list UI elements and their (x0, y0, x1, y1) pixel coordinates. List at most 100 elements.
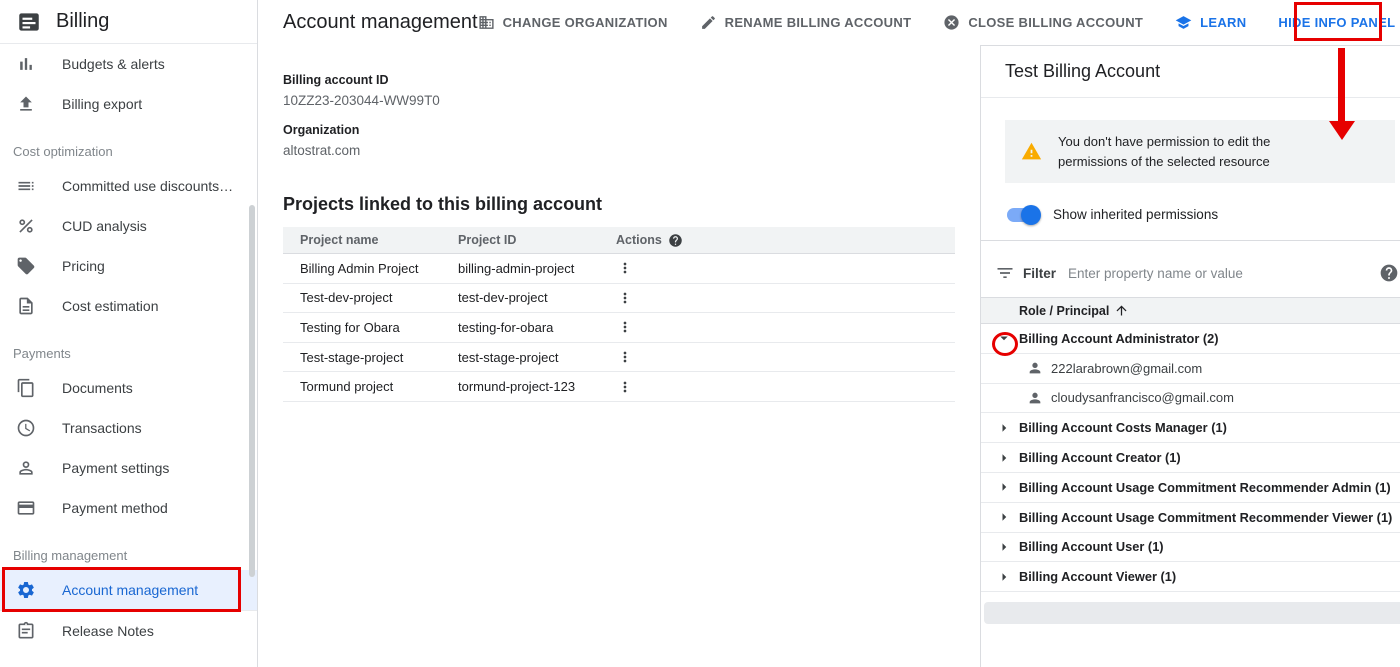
sidebar-scrollbar[interactable] (249, 205, 255, 577)
field-billing-account-id: Billing account ID10ZZ23-203044-WW99T0 (283, 73, 955, 108)
filter-input[interactable] (1068, 266, 1371, 281)
project-id: test-stage-project (441, 350, 599, 365)
field-label: Organization (283, 123, 955, 137)
sidebar-item-label: Release Notes (62, 623, 154, 639)
projects-table-body: Billing Admin Projectbilling-admin-proje… (283, 254, 955, 402)
content-row: Billing account ID10ZZ23-203044-WW99T0 Or… (258, 45, 1400, 667)
person-filled-icon (1027, 360, 1043, 376)
projects-table-header: Project nameProject IDActions (283, 227, 955, 254)
role-principal-sort-header[interactable]: Role / Principal (981, 297, 1400, 324)
role-principal-label: Role / Principal (1019, 304, 1109, 318)
sidebar-item-payment-settings[interactable]: Payment settings (0, 448, 257, 488)
info-panel: Test Billing Account You don't have perm… (980, 45, 1400, 667)
page-title: Account management (283, 11, 478, 34)
field-label: Billing account ID (283, 73, 955, 87)
sidebar-item-pricing[interactable]: Pricing (0, 246, 257, 286)
role-row-billing-account-usage-commitment-recommender-admin-1[interactable]: Billing Account Usage Commitment Recomme… (981, 473, 1400, 503)
inherited-permissions-toggle[interactable] (1007, 208, 1039, 222)
main-content: Billing account ID10ZZ23-203044-WW99T0 Or… (258, 45, 980, 667)
sidebar-item-transactions[interactable]: Transactions (0, 408, 257, 448)
project-actions-menu-button[interactable] (616, 347, 634, 367)
export-icon (16, 94, 36, 114)
role-row-billing-account-viewer-1[interactable]: Billing Account Viewer (1) (981, 562, 1400, 592)
triangle-right-icon (995, 568, 1013, 586)
sidebar-item-label: Transactions (62, 420, 142, 436)
sidebar-item-label: Committed use discounts… (62, 178, 233, 194)
sidebar-item-budgets-alerts[interactable]: Budgets & alerts (0, 44, 257, 84)
project-id: tormund-project-123 (441, 379, 599, 394)
horizontal-scrollbar[interactable] (984, 602, 1400, 624)
project-name: Tormund project (283, 379, 441, 394)
rename-billing-account-button[interactable]: RENAME BILLING ACCOUNT (700, 14, 912, 31)
project-name: Test-dev-project (283, 290, 441, 305)
sidebar-item-payment-method[interactable]: Payment method (0, 488, 257, 528)
column-actions: Actions (599, 233, 955, 248)
project-row-test-stage-project: Test-stage-projecttest-stage-project (283, 343, 955, 373)
project-actions-menu-button[interactable] (616, 258, 634, 278)
member-row: cloudysanfrancisco@gmail.com (981, 384, 1400, 414)
sidebar-item-cost-estimation[interactable]: Cost estimation (0, 286, 257, 326)
notes-icon (16, 621, 36, 641)
member-row: 222larabrown@gmail.com (981, 354, 1400, 384)
role-row-billing-account-costs-manager-1[interactable]: Billing Account Costs Manager (1) (981, 413, 1400, 443)
sort-ascending-icon (1114, 303, 1129, 318)
project-actions-menu-button[interactable] (616, 377, 634, 397)
sidebar-item-documents[interactable]: Documents (0, 368, 257, 408)
sidebar-nav: Budgets & alertsBilling exportCost optim… (0, 44, 257, 650)
projects-table: Project nameProject IDActions Billing Ad… (283, 227, 955, 402)
hide-info-panel-button[interactable]: HIDE INFO PANEL (1278, 15, 1395, 30)
account-fields: Billing account ID10ZZ23-203044-WW99T0 Or… (283, 73, 955, 158)
project-actions-menu-button[interactable] (616, 317, 634, 337)
column-project-id: Project ID (441, 233, 599, 247)
help-icon (668, 233, 683, 248)
role-row-billing-account-usage-commitment-recommender-viewer-1[interactable]: Billing Account Usage Commitment Recomme… (981, 503, 1400, 533)
sidebar-item-label: Billing export (62, 96, 142, 112)
project-actions-menu-button[interactable] (616, 288, 634, 308)
kebab-icon (617, 319, 633, 335)
project-row-billing-admin-project: Billing Admin Projectbilling-admin-proje… (283, 254, 955, 284)
role-label: Billing Account Usage Commitment Recomme… (1019, 510, 1392, 525)
column-project-name: Project name (283, 233, 441, 247)
sidebar-item-label: Cost estimation (62, 298, 158, 314)
estimation-icon (16, 296, 36, 316)
billing-logo-icon (16, 9, 42, 35)
roles-list: Billing Account Administrator (2)222lara… (981, 324, 1400, 592)
role-row-billing-account-creator-1[interactable]: Billing Account Creator (1) (981, 443, 1400, 473)
member-email: cloudysanfrancisco@gmail.com (1051, 390, 1234, 405)
sidebar-item-account-management[interactable]: Account management (0, 570, 257, 610)
learn-button[interactable]: LEARN (1175, 14, 1246, 31)
sidebar-item-cud-analysis[interactable]: CUD analysis (0, 206, 257, 246)
role-label: Billing Account Costs Manager (1) (1019, 420, 1227, 435)
filter-help-icon[interactable] (1379, 263, 1399, 283)
bar-chart-icon (16, 54, 36, 74)
pencil-icon (700, 14, 717, 31)
close-billing-account-button[interactable]: CLOSE BILLING ACCOUNT (943, 14, 1143, 31)
filter-label: Filter (1023, 266, 1056, 281)
project-row-tormund-project: Tormund projecttormund-project-123 (283, 372, 955, 402)
permission-warning: You don't have permission to edit the pe… (1005, 120, 1395, 183)
project-name: Billing Admin Project (283, 261, 441, 276)
role-label: Billing Account Creator (1) (1019, 450, 1181, 465)
change-organization-button[interactable]: CHANGE ORGANIZATION (478, 14, 668, 31)
inherited-permissions-row: Show inherited permissions (1007, 207, 1395, 222)
sidebar-section-billing-management: Billing management (0, 528, 257, 570)
field-organization: Organization altostrat.com (283, 123, 955, 158)
kebab-icon (617, 379, 633, 395)
filter-icon (995, 263, 1015, 283)
app-title: Billing (56, 10, 109, 33)
button-label: LEARN (1200, 15, 1246, 30)
role-row-billing-account-user-1[interactable]: Billing Account User (1) (981, 533, 1400, 563)
sidebar-item-release-notes[interactable]: Release Notes (0, 610, 257, 650)
card-icon (16, 498, 36, 518)
sidebar-header: Billing (0, 0, 257, 44)
kebab-icon (617, 260, 633, 276)
role-row-billing-account-administrator-2[interactable]: Billing Account Administrator (2) (981, 324, 1400, 354)
project-name: Testing for Obara (283, 320, 441, 335)
sidebar-item-committed-use-discounts[interactable]: Committed use discounts… (0, 166, 257, 206)
triangle-right-icon (995, 478, 1013, 496)
sidebar-item-label: CUD analysis (62, 218, 147, 234)
app-root: Billing Budgets & alerts Billing export Co… (0, 0, 1400, 667)
toggle-label: Show inherited permissions (1053, 207, 1218, 222)
field-value: altostrat.com (283, 143, 955, 158)
sidebar-item-billing-export[interactable]: Billing export (0, 84, 257, 124)
